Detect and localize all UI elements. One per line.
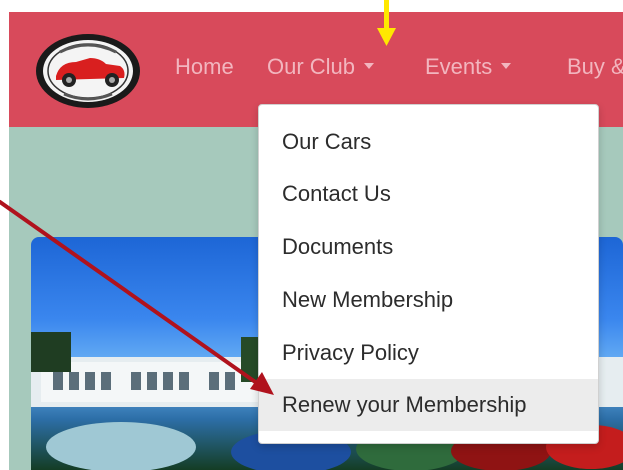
nav-our-club-link[interactable]: Our Club — [267, 54, 375, 80]
dropdown-item-documents[interactable]: Documents — [259, 221, 598, 273]
nav-our-club-label: Our Club — [267, 54, 356, 79]
nav-events-link[interactable]: Events — [425, 54, 512, 80]
dropdown-item-renew-membership[interactable]: Renew your Membership — [259, 379, 598, 431]
nav-home-link[interactable]: Home — [175, 54, 234, 80]
dropdown-item-new-membership[interactable]: New Membership — [259, 274, 598, 326]
dropdown-item-privacy-policy[interactable]: Privacy Policy — [259, 327, 598, 379]
caret-down-icon — [364, 63, 375, 70]
our-club-dropdown-menu: Our Cars Contact Us Documents New Member… — [258, 104, 599, 444]
car-club-logo-icon[interactable] — [34, 32, 142, 110]
website-screenshot: Home Our Club Events Buy & Our Cars Cont… — [9, 12, 623, 470]
nav-buy-link[interactable]: Buy & — [567, 54, 623, 80]
nav-events-label: Events — [425, 54, 493, 79]
dropdown-item-our-cars[interactable]: Our Cars — [259, 116, 598, 168]
dropdown-item-contact-us[interactable]: Contact Us — [259, 168, 598, 220]
caret-down-icon — [501, 63, 512, 70]
